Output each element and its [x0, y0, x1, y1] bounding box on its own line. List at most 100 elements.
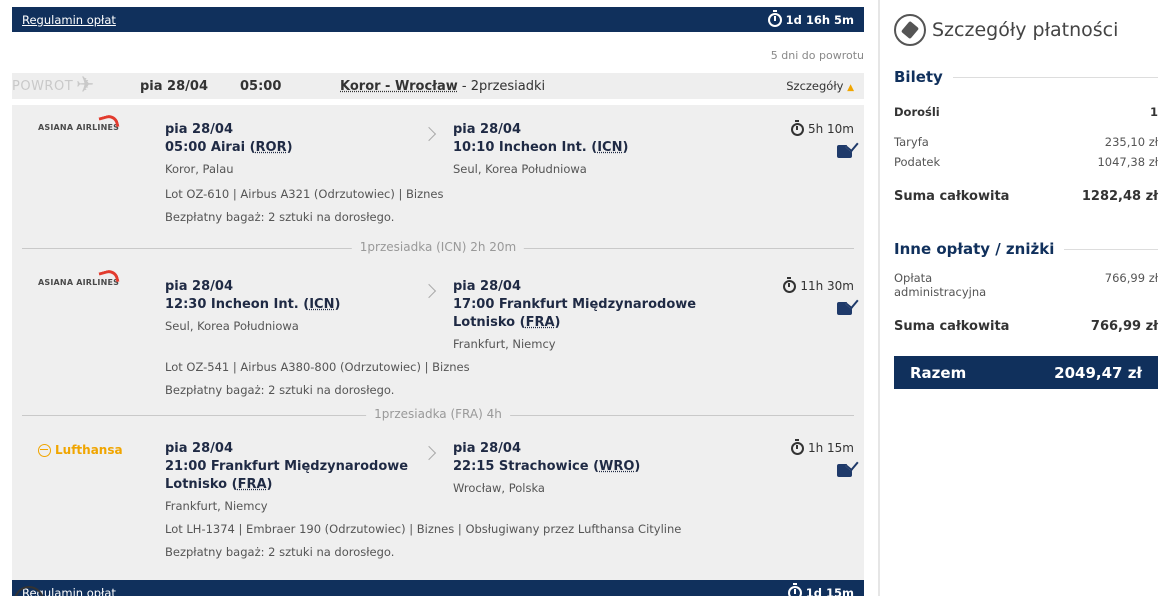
arrival-line1: 17:00 Frankfurt Międzynarodowe	[453, 297, 697, 312]
departure-city: Seul, Korea Południowa	[165, 319, 299, 333]
baggage-check-icon	[837, 145, 852, 158]
grand-total-label: Razem	[910, 363, 967, 382]
departure-close: )	[286, 140, 293, 155]
flight-info: Lot OZ-541 | Airbus A380-800 (Odrzutowie…	[165, 360, 470, 374]
departure-block: pia 28/04 05:00 Airai (ROR) Koror, Palau	[165, 121, 293, 176]
tickets-heading: Bilety	[894, 68, 943, 86]
flight-segments: ASIANA AIRLINES pia 28/04 05:00 Airai (R…	[12, 105, 864, 580]
total-duration: 1d 15m	[787, 582, 854, 596]
route-destination: Wrocław	[394, 78, 458, 94]
segment-duration: 5h 10m	[790, 119, 854, 136]
arrival-city: Frankfurt, Niemcy	[453, 337, 556, 351]
adults-label: Dorośli	[894, 105, 940, 119]
departure-city: Koror, Palau	[165, 162, 234, 176]
return-label: POWROT	[12, 78, 74, 94]
tax-value: 1047,38 zł	[1097, 155, 1158, 169]
airplane-icon: ✈	[76, 73, 95, 98]
flight-segment: ASIANA AIRLINES pia 28/04 05:00 Airai (R…	[12, 105, 864, 238]
other-total-value: 766,99 zł	[1090, 319, 1158, 334]
arrival-close: )	[554, 315, 561, 330]
arrival-city: Wrocław, Polska	[453, 481, 545, 495]
itinerary-panel: Regulamin opłat 1d 16h 5m 5 dni do powro…	[12, 7, 864, 596]
segment-duration-value: 1h 15m	[807, 441, 854, 455]
total-duration-value: 1d 15m	[805, 585, 854, 596]
arrival-code: WRO	[599, 459, 635, 474]
fare-rules-link[interactable]: Regulamin opłat	[22, 13, 116, 27]
asiana-airlines-logo: ASIANA AIRLINES	[38, 267, 120, 287]
chevron-right-icon	[421, 445, 437, 461]
arrival-date: pia 28/04	[453, 122, 521, 137]
tickets-total-row: Suma całkowita 1282,48 zł	[894, 189, 1158, 204]
fare-value: 235,10 zł	[1104, 135, 1158, 149]
stopwatch-icon	[787, 582, 802, 596]
return-summary-row[interactable]: POWROT ✈ pia 28/04 05:00 Koror - Wrocław…	[12, 73, 864, 99]
departure-line1: 21:00 Frankfurt Międzynarodowe	[165, 459, 409, 474]
asiana-airlines-logo: ASIANA AIRLINES	[38, 112, 120, 132]
segment-duration: 1h 15m	[790, 438, 854, 455]
stopwatch-icon	[790, 438, 804, 455]
details-label: Szczegóły	[786, 79, 844, 93]
other-fees-heading: Inne opłaty / zniżki	[894, 240, 1055, 258]
arrival-code: FRA	[525, 315, 555, 330]
tickets-section-header: Bilety	[894, 68, 1158, 86]
days-to-return: 5 dni do powrotu	[770, 49, 864, 62]
grand-total-value: 2049,47 zł	[1054, 363, 1142, 382]
chevron-right-icon	[421, 283, 437, 299]
arrival-place: Lotnisko (	[453, 315, 526, 330]
baggage-info: Bezpłatny bagaż: 2 sztuki na dorosłego.	[165, 383, 395, 397]
other-total-label: Suma całkowita	[894, 319, 1010, 334]
departure-place: Lotnisko (	[165, 477, 238, 492]
departure-time-place: 12:30 Incheon Int. (ICN)	[165, 296, 340, 314]
segment-duration-value: 11h 30m	[800, 279, 854, 293]
price-tag-icon	[894, 14, 926, 46]
flight-segment: Lufthansa pia 28/04 21:00 Frankfurt Międ…	[12, 427, 864, 575]
arrival-close: )	[622, 140, 629, 155]
departure-block: pia 28/04 12:30 Incheon Int. (ICN) Seul,…	[165, 278, 340, 333]
arrival-time-place: 22:15 Strachowice (WRO)	[453, 458, 640, 476]
baggage-info: Bezpłatny bagaż: 2 sztuki na dorosłego.	[165, 545, 395, 559]
top-fare-bar: Regulamin opłat 1d 16h 5m	[12, 7, 864, 32]
section-line	[1064, 248, 1158, 250]
payment-panel: Szczegóły płatności Bilety Dorośli 1 Tar…	[894, 0, 1158, 389]
segment-duration-value: 5h 10m	[807, 122, 854, 136]
arrival-date: pia 28/04	[453, 279, 521, 294]
arrival-city: Seul, Korea Południowa	[453, 162, 587, 176]
arrival-line2: Lotnisko (FRA)	[453, 314, 696, 332]
chevron-right-icon	[421, 126, 437, 142]
stopwatch-icon	[790, 119, 804, 136]
route-stops: - 2przesiadki	[457, 78, 546, 94]
layover-divider: 1przesiadka (ICN) 2h 20m	[22, 238, 854, 260]
tickets-total-value: 1282,48 zł	[1081, 189, 1158, 204]
section-line	[952, 76, 1158, 78]
departure-code: FRA	[237, 477, 267, 492]
departure-code: ICN	[309, 297, 335, 312]
caret-up-icon: ▲	[847, 83, 854, 93]
departure-date: pia 28/04	[165, 279, 233, 294]
arrival-block: pia 28/04 17:00 Frankfurt Międzynarodowe…	[453, 278, 696, 351]
departure-date: pia 28/04	[165, 122, 233, 137]
lufthansa-logo: Lufthansa	[38, 443, 123, 457]
panel-divider	[878, 0, 880, 596]
flight-info: Lot OZ-610 | Airbus A321 (Odrzutowiec) |…	[165, 187, 444, 201]
other-total-row: Suma całkowita 766,99 zł	[894, 319, 1158, 334]
departure-close: )	[266, 477, 273, 492]
bottom-fare-bar: Regulamin opłat 1d 15m	[12, 580, 864, 596]
departure-code: ROR	[255, 140, 287, 155]
total-duration-value: 1d 16h 5m	[785, 12, 854, 27]
tax-label: Podatek	[894, 155, 941, 169]
other-fees-section-header: Inne opłaty / zniżki	[894, 240, 1158, 258]
layover-text: 1przesiadka (FRA) 4h	[366, 407, 510, 421]
departure-line2: Lotnisko (FRA)	[165, 476, 408, 494]
stopwatch-icon	[783, 276, 797, 293]
airline-name: Lufthansa	[55, 443, 123, 457]
return-time: 05:00	[240, 78, 282, 94]
flight-info: Lot LH-1374 | Embraer 190 (Odrzutowiec) …	[165, 522, 682, 536]
return-route: Koror - Wrocław - 2przesiadki	[340, 79, 545, 94]
details-toggle[interactable]: Szczegóły ▲	[786, 79, 854, 93]
arrival-time-place: 10:10 Incheon Int. (ICN)	[453, 139, 628, 157]
departure-place: 12:30 Incheon Int. (	[165, 297, 310, 312]
tax-row: Podatek 1047,38 zł	[894, 155, 1158, 169]
admin-fee-row: Opłata administracyjna 766,99 zł	[894, 271, 1158, 299]
fare-label: Taryfa	[894, 135, 929, 149]
baggage-check-icon	[837, 302, 852, 315]
